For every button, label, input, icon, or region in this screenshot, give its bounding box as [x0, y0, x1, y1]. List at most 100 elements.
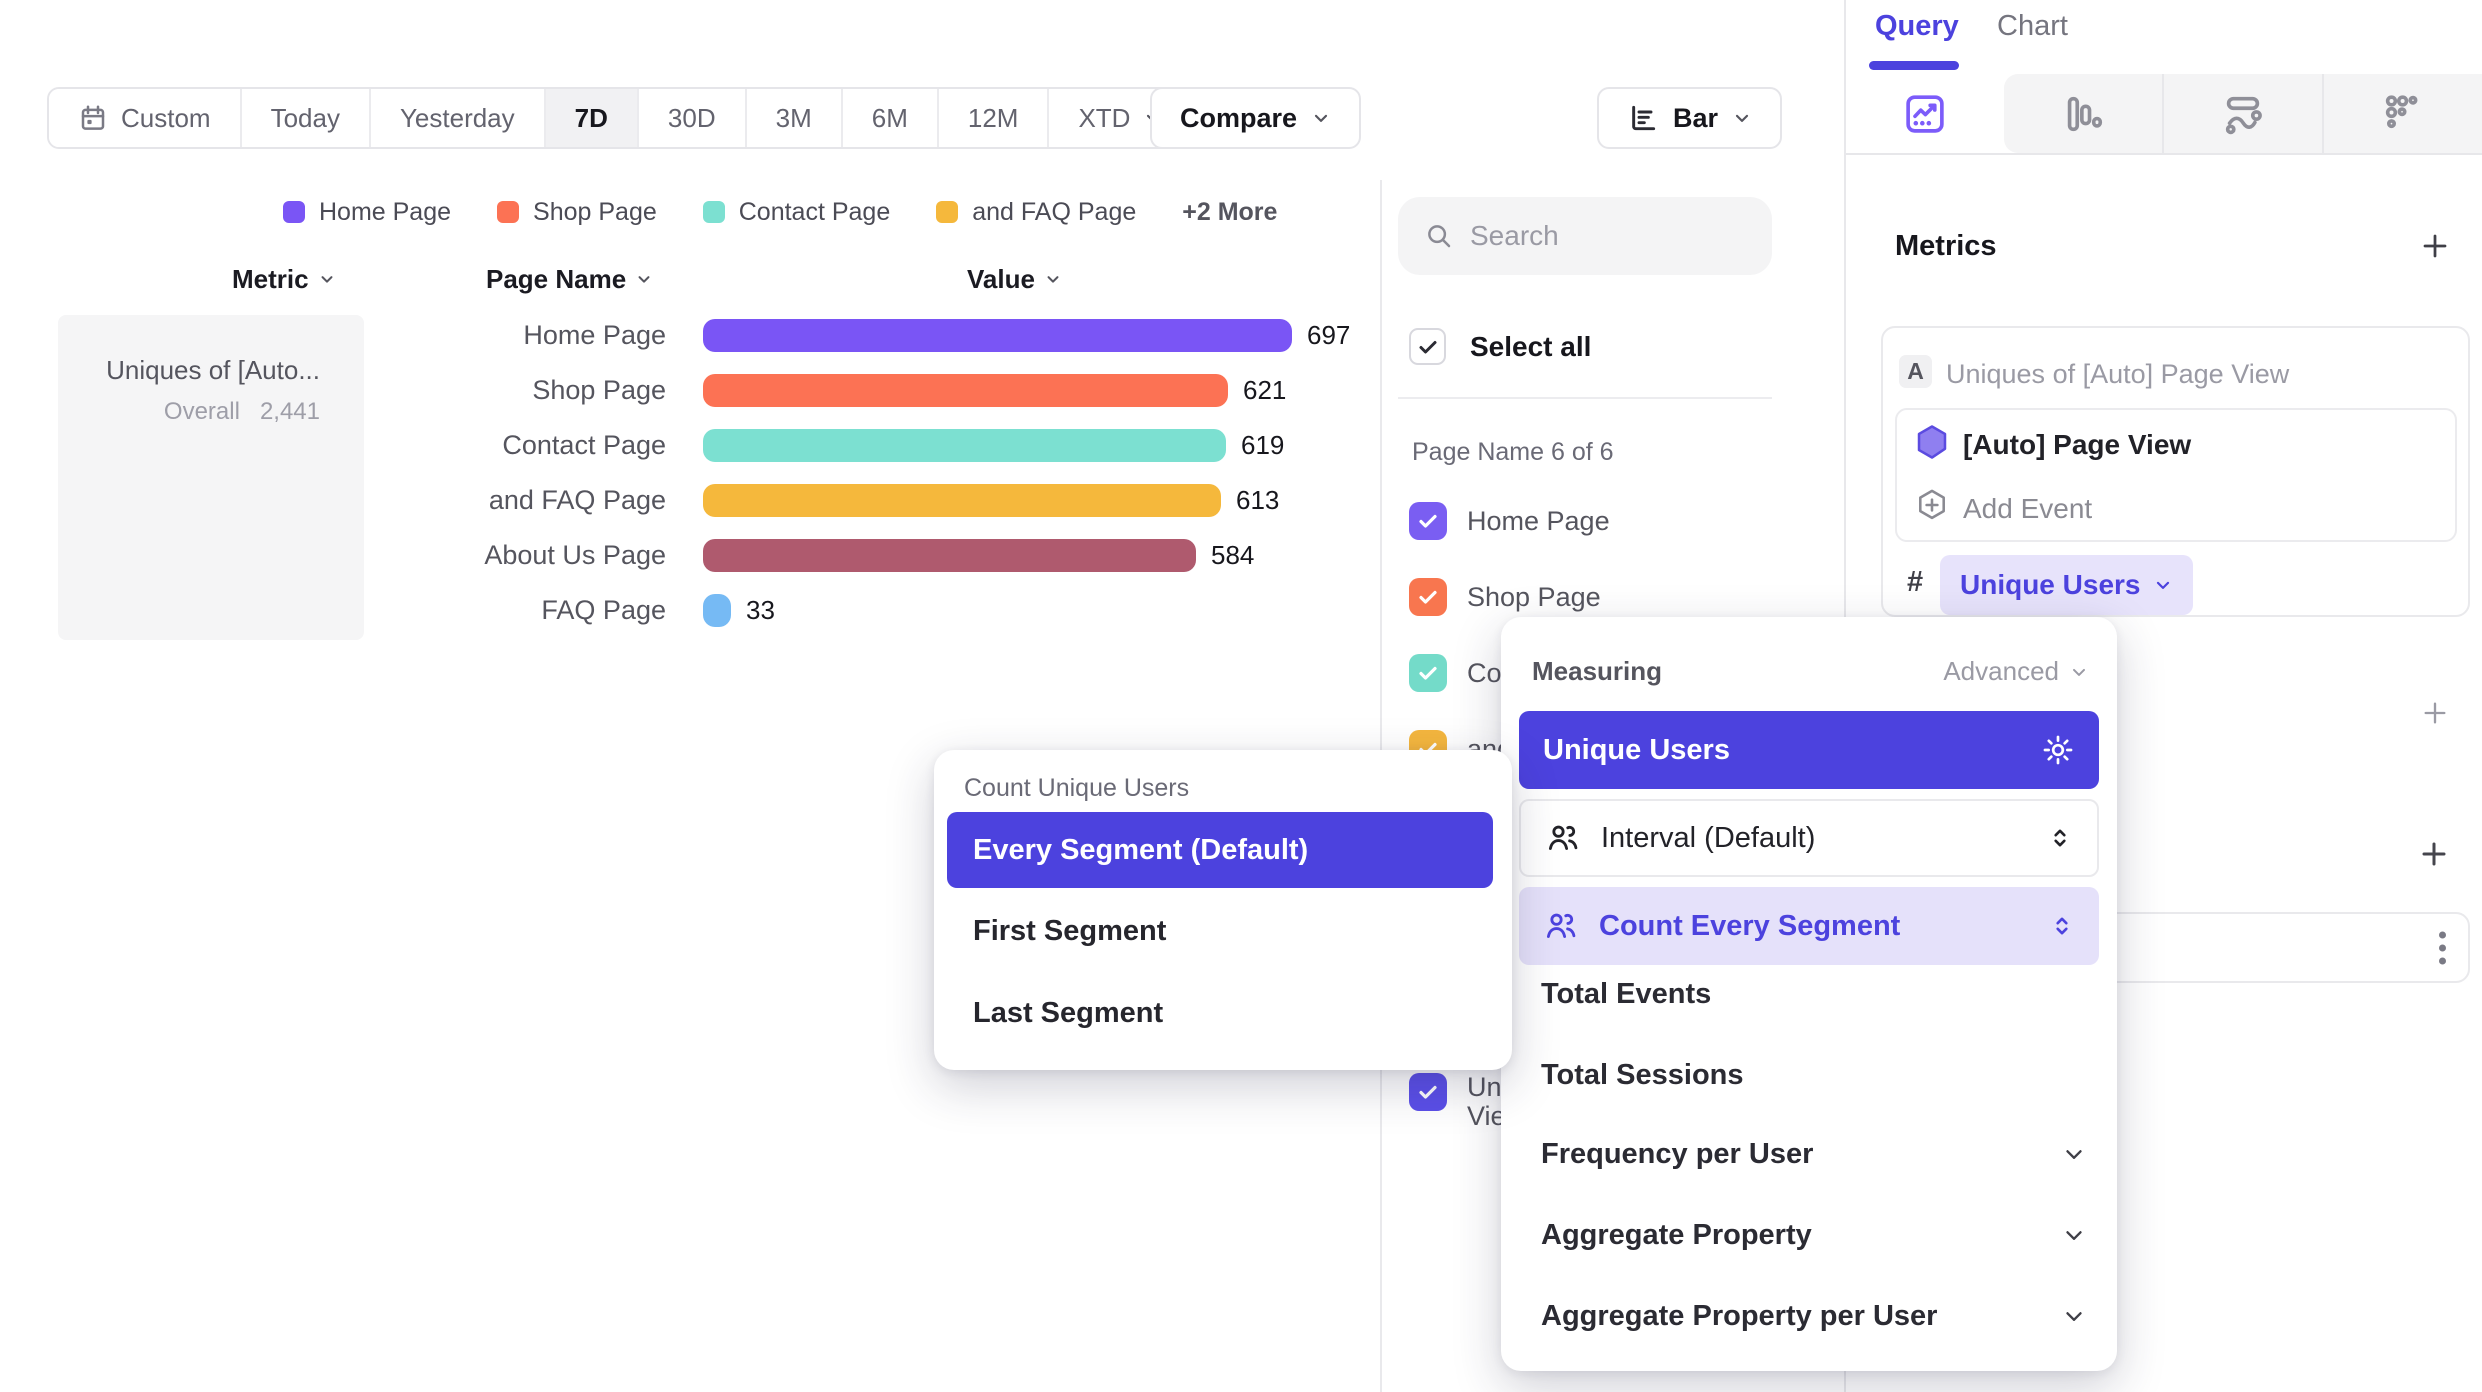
search-input[interactable]: [1470, 220, 1740, 252]
range-7d[interactable]: 7D: [546, 89, 639, 147]
tab-retention[interactable]: [2322, 74, 2482, 153]
bar[interactable]: [703, 319, 1292, 352]
range-label: Custom: [121, 103, 211, 134]
metrics-section-title: Metrics: [1895, 230, 1997, 263]
overall-label: Overall: [164, 398, 240, 425]
bar[interactable]: [703, 374, 1228, 407]
bar[interactable]: [703, 594, 731, 627]
event-hexagon-icon: [1913, 423, 1951, 461]
measuring-menu-title: Measuring: [1532, 656, 1662, 687]
select-all-label: Select all: [1470, 331, 1591, 363]
search-box[interactable]: [1398, 197, 1772, 275]
range-12m[interactable]: 12M: [939, 89, 1050, 147]
column-header-page-name[interactable]: Page Name: [486, 263, 653, 295]
gear-icon[interactable]: [2041, 733, 2075, 767]
menu-item-frequency-per-user[interactable]: Frequency per User: [1541, 1137, 1813, 1171]
compare-button[interactable]: Compare: [1150, 87, 1361, 149]
metric-cell[interactable]: Uniques of [Auto... Overall2,441: [58, 315, 364, 640]
range-yesterday[interactable]: Yesterday: [371, 89, 546, 147]
filter-item-home-page[interactable]: Home Page: [1409, 502, 1610, 540]
range-label: 30D: [668, 103, 716, 134]
menu-item-aggregate-property[interactable]: Aggregate Property: [1541, 1218, 1812, 1252]
chevron-down-icon[interactable]: [2061, 1303, 2087, 1329]
add-filter-button[interactable]: [2421, 699, 2449, 727]
legend-item[interactable]: Home Page: [283, 198, 451, 227]
tab-flows[interactable]: [2162, 74, 2322, 153]
chevron-down-icon[interactable]: [2061, 1141, 2087, 1167]
advanced-label: Advanced: [1943, 656, 2059, 687]
menu-item-unique-users-selected[interactable]: Unique Users: [1519, 711, 2099, 789]
add-metric-button[interactable]: [2420, 231, 2450, 261]
menu-item-last-segment[interactable]: Last Segment: [973, 997, 1163, 1030]
menu-item-count-every-segment[interactable]: Count Every Segment: [1519, 887, 2099, 965]
checkbox-checked[interactable]: [1409, 578, 1447, 616]
bar[interactable]: [703, 429, 1226, 462]
tab-chart[interactable]: Chart: [1997, 10, 2068, 43]
stepper-icon[interactable]: [2047, 825, 2073, 851]
menu-item-every-segment-selected[interactable]: Every Segment (Default): [947, 812, 1493, 888]
legend-item[interactable]: Shop Page: [497, 198, 657, 227]
menu-item-interval[interactable]: Interval (Default): [1519, 799, 2099, 877]
bar[interactable]: [703, 484, 1221, 517]
kebab-menu-icon[interactable]: [2439, 931, 2446, 964]
bar-row: 697: [703, 319, 1350, 352]
add-event-button[interactable]: Add Event: [1963, 493, 2092, 525]
users-icon: [1545, 820, 1581, 856]
range-today[interactable]: Today: [242, 89, 371, 147]
filter-item-truncated[interactable]: Uni Vie: [1409, 1073, 1508, 1131]
legend-item[interactable]: Contact Page: [703, 198, 891, 227]
legend-swatch: [283, 201, 305, 223]
tab-insights[interactable]: [1846, 74, 2004, 153]
checkbox-checked[interactable]: [1409, 654, 1447, 692]
range-3m[interactable]: 3M: [747, 89, 843, 147]
tab-query[interactable]: Query: [1875, 10, 1959, 43]
bar-category-label: About Us Page: [380, 539, 666, 572]
bar-row: 619: [703, 429, 1284, 462]
stepper-icon[interactable]: [2049, 913, 2075, 939]
event-card: [Auto] Page View Add Event: [1895, 408, 2457, 542]
select-all-row[interactable]: Select all: [1409, 328, 1591, 365]
bar[interactable]: [703, 539, 1196, 572]
menu-item-label: Count Every Segment: [1599, 910, 1900, 943]
date-range-group: Custom Today Yesterday 7D 30D 3M 6M 12M …: [47, 87, 1194, 149]
calendar-icon: [78, 103, 108, 133]
bar-value: 33: [746, 595, 775, 626]
range-label: 7D: [575, 103, 608, 134]
range-6m[interactable]: 6M: [843, 89, 939, 147]
search-icon: [1424, 221, 1454, 251]
range-30d[interactable]: 30D: [639, 89, 747, 147]
menu-item-first-segment[interactable]: First Segment: [973, 915, 1166, 948]
legend-more[interactable]: +2 More: [1182, 198, 1277, 227]
range-custom[interactable]: Custom: [49, 89, 242, 147]
add-breakdown-button[interactable]: [2419, 839, 2449, 869]
chevron-down-icon[interactable]: [2061, 1222, 2087, 1248]
flows-icon: [2220, 91, 2266, 137]
legend-swatch: [703, 201, 725, 223]
advanced-toggle[interactable]: Advanced: [1943, 656, 2089, 687]
menu-item-label: Unique Users: [1543, 734, 1730, 767]
chart-type-button[interactable]: Bar: [1597, 87, 1782, 149]
chevron-down-icon: [635, 270, 653, 288]
tab-funnels[interactable]: [2004, 74, 2162, 153]
select-all-checkbox[interactable]: [1409, 328, 1446, 365]
divider: [1398, 397, 1772, 399]
overall-value: 2,441: [260, 398, 320, 425]
bar-value: 621: [1243, 375, 1286, 406]
menu-item-total-sessions[interactable]: Total Sessions: [1541, 1058, 1744, 1092]
legend-item[interactable]: and FAQ Page: [936, 198, 1136, 227]
measure-hash-label: #: [1907, 566, 1923, 599]
column-header-value[interactable]: Value: [967, 263, 1062, 295]
menu-item-label: Every Segment (Default): [973, 834, 1308, 867]
menu-item-total-events[interactable]: Total Events: [1541, 977, 1711, 1011]
checkbox-checked[interactable]: [1409, 1073, 1447, 1111]
checkbox-checked[interactable]: [1409, 502, 1447, 540]
menu-item-aggregate-property-per-user[interactable]: Aggregate Property per User: [1541, 1299, 1937, 1333]
bar-value: 697: [1307, 320, 1350, 351]
event-name[interactable]: [Auto] Page View: [1963, 429, 2191, 461]
metric-card[interactable]: A Uniques of [Auto] Page View [Auto] Pag…: [1881, 326, 2470, 617]
legend-swatch: [497, 201, 519, 223]
filter-item-shop-page[interactable]: Shop Page: [1409, 578, 1601, 616]
measure-selector[interactable]: Unique Users: [1940, 555, 2193, 615]
column-header-metric[interactable]: Metric: [232, 263, 336, 295]
menu-item-label: Interval (Default): [1601, 822, 1815, 855]
